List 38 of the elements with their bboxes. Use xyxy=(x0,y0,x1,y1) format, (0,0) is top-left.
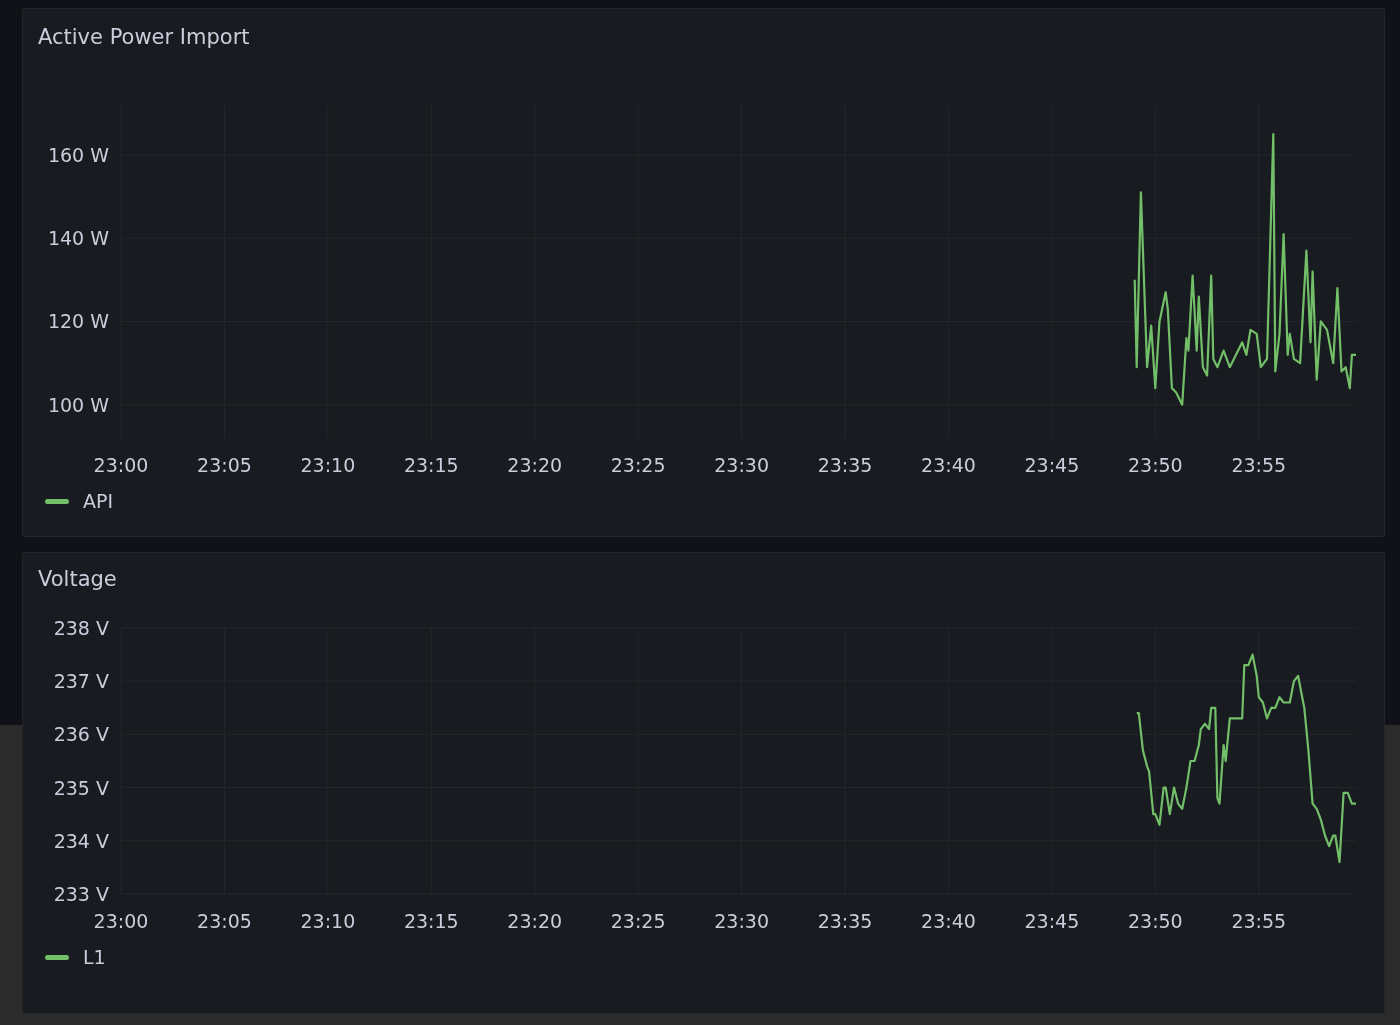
y-axis-label: 234 V xyxy=(53,829,109,852)
x-axis-label: 23:50 xyxy=(1127,454,1183,476)
x-axis-label: 23:50 xyxy=(1127,910,1183,932)
legend-item[interactable]: API xyxy=(45,490,114,512)
y-axis-label: 237 V xyxy=(53,670,109,693)
x-axis-label: 23:20 xyxy=(507,454,563,476)
legend-item[interactable]: L1 xyxy=(45,946,106,968)
x-axis-label: 23:45 xyxy=(1024,910,1080,932)
x-axis-label: 23:30 xyxy=(714,910,769,932)
y-axis-label: 140 W xyxy=(47,227,109,250)
x-axis-label: 23:00 xyxy=(93,454,149,476)
x-axis-label: 23:00 xyxy=(93,910,149,932)
x-axis-label: 23:25 xyxy=(610,910,666,932)
x-axis-label: 23:30 xyxy=(714,454,769,476)
y-axis-label: 233 V xyxy=(53,883,109,905)
x-axis-label: 23:35 xyxy=(817,910,873,932)
x-axis-label: 23:25 xyxy=(610,454,666,476)
x-axis-label: 23:10 xyxy=(300,454,356,476)
x-axis-label: 23:15 xyxy=(403,910,459,932)
y-axis-label: 235 V xyxy=(53,776,109,799)
x-axis-label: 23:05 xyxy=(197,910,252,932)
panel-title: Active Power Import xyxy=(37,24,251,51)
x-axis-label: 23:20 xyxy=(507,910,563,932)
x-axis-label: 23:15 xyxy=(403,454,459,476)
x-axis-label: 23:10 xyxy=(300,910,356,932)
y-axis-label: 236 V xyxy=(53,723,109,746)
x-axis-label: 23:40 xyxy=(921,910,976,932)
x-axis-label: 23:55 xyxy=(1231,454,1287,476)
x-axis-label: 23:55 xyxy=(1231,910,1287,932)
y-axis-label: 160 W xyxy=(47,143,109,166)
panel-title: Voltage xyxy=(37,566,118,593)
x-axis-label: 23:05 xyxy=(197,454,252,476)
y-axis-label: 238 V xyxy=(53,617,109,639)
x-axis-label: 23:35 xyxy=(817,454,873,476)
y-axis-label: 100 W xyxy=(47,393,109,416)
y-axis-label: 120 W xyxy=(47,310,109,333)
x-axis-label: 23:45 xyxy=(1024,454,1080,476)
x-axis-label: 23:40 xyxy=(921,454,976,476)
